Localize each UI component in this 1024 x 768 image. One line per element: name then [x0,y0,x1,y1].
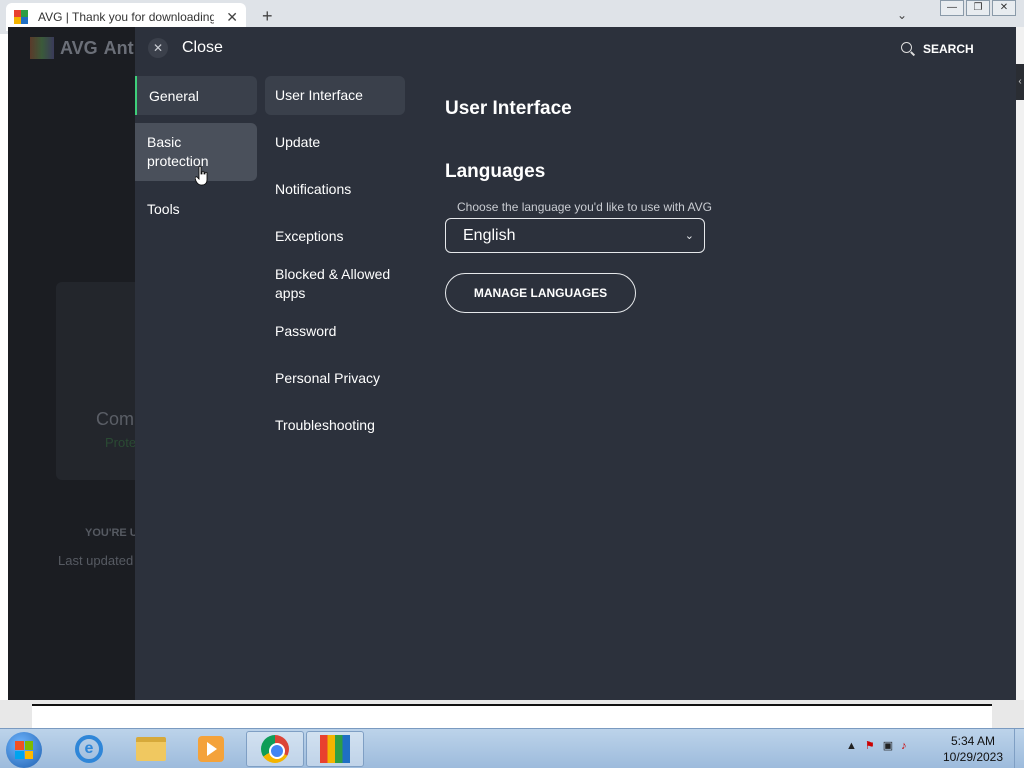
taskbar-file-explorer[interactable] [122,731,180,767]
search-icon [901,42,915,56]
subitem-notifications[interactable]: Notifications [265,170,405,209]
show-desktop-button[interactable] [1014,729,1024,768]
folder-icon [136,737,166,761]
subitem-exceptions[interactable]: Exceptions [265,217,405,256]
window-controls: — ❐ ✕ [940,0,1016,16]
last-updated-text: Last updated [58,553,134,568]
volume-icon[interactable]: ♪ [901,740,907,752]
subitem-user-interface[interactable]: User Interface [265,76,405,115]
taskbar-clock[interactable]: 5:34 AM 10/29/2023 [940,733,1006,765]
protection-card [56,282,146,480]
language-field-label: Choose the language you'd like to use wi… [457,200,712,214]
side-expand-icon[interactable]: ‹ [1016,64,1024,100]
tab-search-chevron-icon[interactable]: ⌄ [897,8,907,22]
clock-time: 5:34 AM [950,734,996,748]
avg-logo-text: AVG [60,37,98,58]
category-general[interactable]: General [135,76,257,115]
new-tab-button[interactable]: + [262,6,273,27]
category-tools[interactable]: Tools [135,189,257,228]
taskbar-chrome[interactable] [246,731,304,767]
taskbar-internet-explorer[interactable]: e [60,731,118,767]
system-tray: ▲ ⚑ ▣ ♪ [846,739,907,753]
windows-taskbar: e ▲ ⚑ ▣ ♪ 5:34 AM 10/29/2023 [0,728,1024,768]
windows-logo-icon [15,741,33,759]
language-select-value: English [463,226,516,244]
subitem-password[interactable]: Password [265,312,405,351]
close-settings-button[interactable]: ✕ Close [148,38,223,58]
taskbar-avg[interactable] [306,731,364,767]
protection-card-subtitle: Prote [105,435,137,450]
start-button[interactable] [6,732,42,768]
chevron-down-icon: ⌄ [684,230,694,242]
minimize-button[interactable]: — [940,0,964,16]
clock-date: 10/29/2023 [942,750,1004,764]
settings-search-button[interactable]: SEARCH [901,42,974,56]
subitem-personal-privacy[interactable]: Personal Privacy [265,359,405,398]
subitem-update[interactable]: Update [265,123,405,162]
internet-explorer-icon: e [75,735,103,763]
tray-expand-icon[interactable]: ▲ [846,740,857,752]
close-icon: ✕ [148,38,168,58]
media-player-icon [198,736,224,762]
page-bottom-area [32,704,992,728]
settings-content: User Interface Languages Choose the lang… [445,98,1005,313]
avg-logo: AVG Ant [30,37,134,59]
settings-category-nav: General Basic protection Tools [135,76,257,236]
search-label: SEARCH [923,42,974,56]
hand-cursor-icon [195,166,208,186]
subitem-blocked-allowed-apps[interactable]: Blocked & Allowed apps [265,264,405,304]
settings-subcategory-nav: User Interface Update Notifications Exce… [265,76,405,453]
chrome-icon [261,735,289,763]
section-title-languages: Languages [445,161,546,182]
avg-icon [320,735,350,763]
subitem-troubleshooting[interactable]: Troubleshooting [265,406,405,445]
action-center-icon[interactable]: ⚑ [865,739,875,752]
protection-card-title: Com [96,409,135,429]
page-title: User Interface [445,98,572,119]
avg-logo-icon [30,37,54,59]
close-window-button[interactable]: ✕ [992,0,1016,16]
tab-close-icon[interactable]: ✕ [226,9,238,26]
update-status: YOU'RE U [85,527,138,539]
close-label: Close [182,39,223,56]
app-name-text: Ant [103,37,134,58]
language-select[interactable]: English ⌄ [445,218,705,253]
network-icon[interactable]: ▣ [883,739,893,752]
manage-languages-button[interactable]: MANAGE LANGUAGES [445,273,636,313]
maximize-button[interactable]: ❐ [966,0,990,16]
taskbar-media-player[interactable] [182,731,240,767]
tab-title: AVG | Thank you for downloading [38,10,214,24]
avg-favicon-icon [14,10,28,24]
page-right-edge [1016,27,1024,700]
